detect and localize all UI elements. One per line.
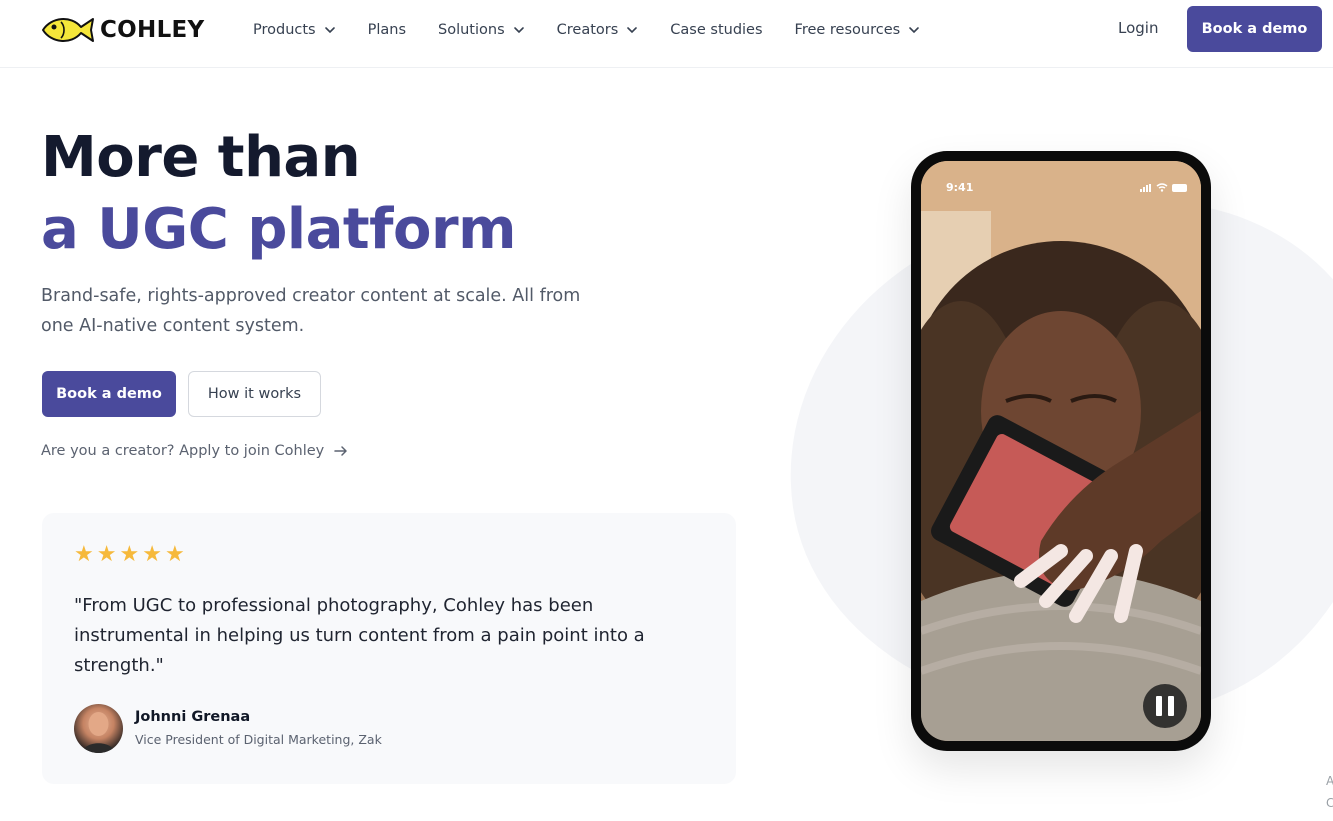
video-player[interactable]: 9:41 xyxy=(921,161,1201,741)
hero-book-demo-button[interactable]: Book a demo xyxy=(42,371,176,417)
testimonial-card: ★ ★ ★ ★ ★ "From UGC to professional phot… xyxy=(42,513,736,784)
hero-subtitle: Brand-safe, rights-approved creator cont… xyxy=(41,286,581,336)
arrow-right-icon xyxy=(334,446,347,456)
wifi-icon xyxy=(1156,183,1168,192)
chevron-down-icon xyxy=(627,27,638,34)
nav-label: Solutions xyxy=(438,22,505,38)
site-header: COHLEY Products Plans Solutions Creators… xyxy=(0,0,1333,68)
star-icon: ★ xyxy=(74,542,94,567)
star-icon: ★ xyxy=(119,542,140,567)
hero-title-line1: More than xyxy=(41,125,361,190)
testimonial-quote: "From UGC to professional photography, C… xyxy=(74,595,645,676)
status-time: 9:41 xyxy=(946,181,974,194)
nav-item-plans[interactable]: Plans xyxy=(368,22,406,38)
phone-mockup: 9:41 xyxy=(911,151,1211,751)
video-frame-illustration xyxy=(921,161,1201,741)
chevron-down-icon xyxy=(909,27,919,34)
pause-icon-bar xyxy=(1168,696,1174,716)
chevron-down-icon xyxy=(324,27,335,34)
nav-item-products[interactable]: Products xyxy=(253,22,336,38)
nav-label: Case studies xyxy=(670,22,763,38)
chevron-down-icon xyxy=(513,27,524,34)
fish-icon xyxy=(42,18,94,42)
how-it-works-button[interactable]: How it works xyxy=(188,371,321,417)
hero-title-line2: a UGC platform xyxy=(41,197,516,262)
nav-label: Products xyxy=(253,22,316,38)
nav-label: Free resources xyxy=(794,22,901,38)
author-name: Johnni Grenaa xyxy=(135,709,251,725)
brand-logo[interactable]: COHLEY xyxy=(41,12,205,48)
hero-title: More than a UGC platform xyxy=(41,122,516,266)
header-book-demo-button[interactable]: Book a demo xyxy=(1187,6,1322,52)
creator-apply-label: Are you a creator? Apply to join Cohley xyxy=(41,443,325,459)
star-icon: ★ xyxy=(142,542,162,567)
creator-apply-link[interactable]: Are you a creator? Apply to join Cohley xyxy=(41,443,348,459)
nav-item-solutions[interactable]: Solutions xyxy=(438,22,525,38)
pause-icon-bar xyxy=(1156,696,1162,716)
rating-stars: ★ ★ ★ ★ ★ xyxy=(74,544,188,566)
avatar xyxy=(74,704,123,753)
edge-text: AC xyxy=(1326,774,1333,810)
nav-label: Creators xyxy=(556,22,619,38)
main-nav: Products Plans Solutions Creators Case s… xyxy=(253,19,952,41)
login-link[interactable]: Login xyxy=(1118,19,1158,37)
brand-name: COHLEY xyxy=(100,17,205,43)
nav-item-free-resources[interactable]: Free resources xyxy=(795,22,921,38)
person-icon xyxy=(82,712,115,753)
pause-button[interactable] xyxy=(1143,684,1187,728)
status-icons xyxy=(1140,183,1187,192)
star-icon: ★ xyxy=(164,542,185,567)
nav-item-creators[interactable]: Creators xyxy=(557,22,639,38)
signal-icon xyxy=(1140,183,1152,192)
battery-icon xyxy=(1172,183,1187,192)
star-icon: ★ xyxy=(96,542,117,567)
nav-label: Plans xyxy=(367,22,407,38)
author-role: Vice President of Digital Marketing, Zak xyxy=(135,732,382,747)
nav-item-case-studies[interactable]: Case studies xyxy=(670,22,762,38)
